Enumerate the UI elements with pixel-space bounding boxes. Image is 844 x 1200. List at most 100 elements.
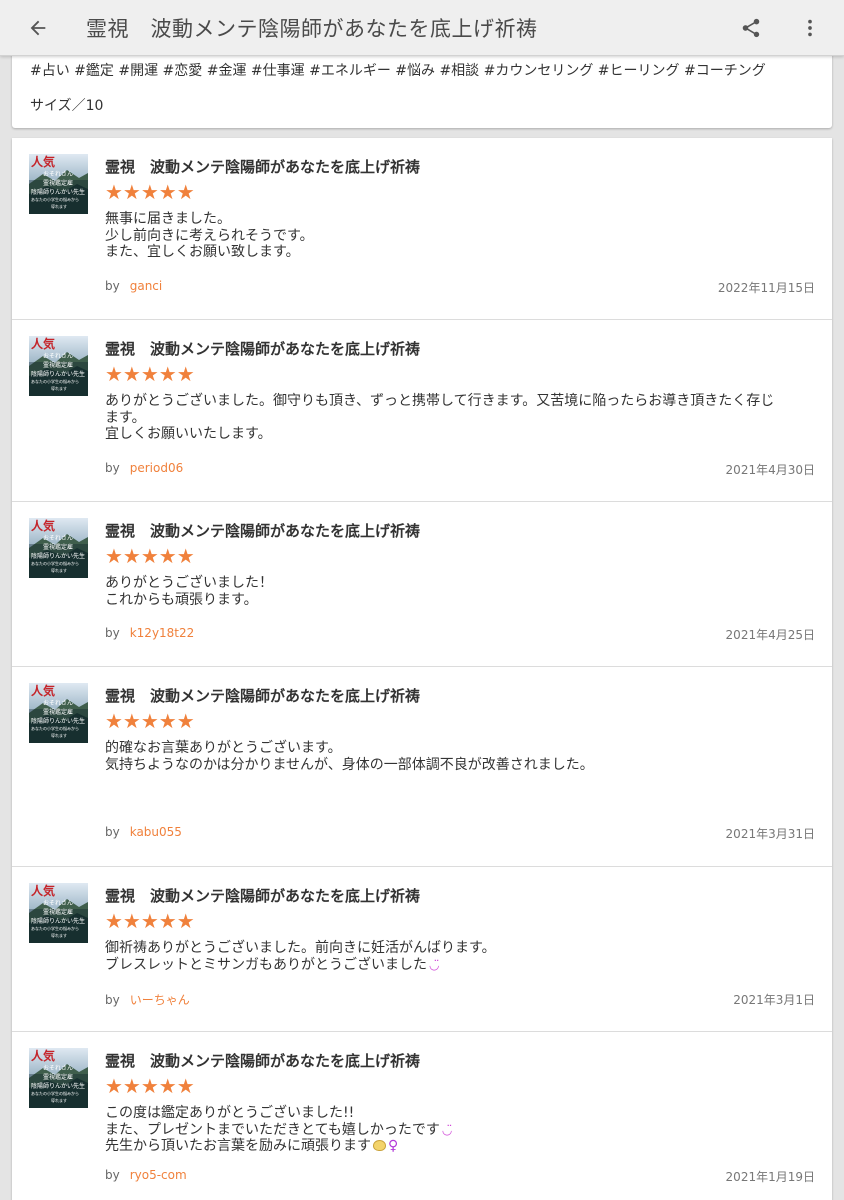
star-icons: ★★★★★	[105, 1074, 195, 1098]
review-item: 人気 おそれさん 霊視鑑定雇 陰陽師りんかい先生 あなたの小学生の悩みから 導れ…	[12, 138, 832, 320]
review-line: この度は鑑定ありがとうございました!!	[105, 1105, 355, 1121]
thumbnail-line: おそれさん	[43, 700, 74, 707]
reviewer-link[interactable]: kabu055	[130, 825, 182, 839]
thumbnail-badge: 人気	[31, 884, 56, 898]
review-line: 御祈祷ありがとうございました。前向きに妊活がんばります。	[105, 940, 496, 956]
star-rating: ★★★★★	[105, 711, 195, 731]
tag-card: #占い #鑑定 #開運 #恋愛 #金運 #仕事運 #エネルギー #悩み #相談 …	[12, 50, 832, 128]
tag-list: #占い #鑑定 #開運 #恋愛 #金運 #仕事運 #エネルギー #悩み #相談 …	[30, 63, 766, 79]
thumbnail-line: あなたの小学生の悩みから	[31, 379, 79, 384]
thumbnail-line: 導れます	[51, 1098, 67, 1103]
by-label: by	[105, 1168, 120, 1182]
review-list: 人気 おそれさん 霊視鑑定雇 陰陽師りんかい先生 あなたの小学生の悩みから 導れ…	[12, 138, 832, 1200]
thumbnail-line: 導れます	[51, 733, 67, 738]
reviewer-row: by k12y18t22	[105, 626, 194, 640]
thumbnail-line: 霊視鑑定雇	[43, 909, 74, 916]
review-line: 無事に届きました。	[105, 211, 231, 227]
reviewer-link[interactable]: ganci	[130, 279, 163, 293]
product-thumbnail[interactable]: 人気 おそれさん 霊視鑑定雇 陰陽師りんかい先生 あなたの小学生の悩みから 導れ…	[29, 154, 88, 214]
product-thumbnail[interactable]: 人気 おそれさん 霊視鑑定雇 陰陽師りんかい先生 あなたの小学生の悩みから 導れ…	[29, 518, 88, 578]
review-line: ありがとうございました！	[105, 575, 273, 591]
by-label: by	[105, 461, 120, 475]
thumbnail-line: 陰陽師りんかい先生	[31, 553, 86, 560]
star-rating: ★★★★★	[105, 1076, 195, 1096]
reviewer-row: by ganci	[105, 279, 162, 293]
thumbnail-line: 霊視鑑定雇	[43, 544, 74, 551]
thumbnail-line: 霊視鑑定雇	[43, 709, 74, 716]
by-label: by	[105, 825, 120, 839]
thumbnail-line: 導れます	[51, 386, 67, 391]
by-label: by	[105, 626, 120, 640]
review-line: ブレスレットとミサンガもありがとうございました	[105, 956, 427, 973]
thumbnail-badge: 人気	[31, 337, 56, 351]
star-icons: ★★★★★	[105, 362, 195, 386]
star-icons: ★★★★★	[105, 909, 195, 933]
thumbnail-line: あなたの小学生の悩みから	[31, 1091, 79, 1096]
app-bar: 霊視 波動メンテ陰陽師があなたを底上げ祈祷	[0, 0, 844, 56]
product-thumbnail[interactable]: 人気 おそれさん 霊視鑑定雇 陰陽師りんかい先生 あなたの小学生の悩みから 導れ…	[29, 883, 88, 943]
review-line: また、宜しくお願い致します。	[105, 244, 300, 260]
thumbnail-line: おそれさん	[43, 1065, 74, 1072]
review-date: 2021年4月25日	[725, 628, 815, 642]
product-thumbnail[interactable]: 人気 おそれさん 霊視鑑定雇 陰陽師りんかい先生 あなたの小学生の悩みから 導れ…	[29, 1048, 88, 1108]
reviewer-link[interactable]: k12y18t22	[130, 626, 195, 640]
review-line: これからも頑張ります。	[105, 591, 258, 608]
thumbnail-line: 霊視鑑定雇	[43, 180, 74, 187]
thumbnail-line: あなたの小学生の悩みから	[31, 197, 79, 202]
review-line: 少し前向きに考えられそうです。	[105, 227, 314, 244]
review-date: 2021年4月30日	[725, 463, 815, 477]
review-item: 人気 おそれさん 霊視鑑定雇 陰陽師りんかい先生 あなたの小学生の悩みから 導れ…	[12, 502, 832, 667]
star-rating: ★★★★★	[105, 546, 195, 566]
review-item: 人気 おそれさん 霊視鑑定雇 陰陽師りんかい先生 あなたの小学生の悩みから 導れ…	[12, 867, 832, 1032]
review-date: 2021年3月31日	[725, 827, 815, 841]
reviewer-link[interactable]: period06	[130, 461, 184, 475]
review-item: 人気 おそれさん 霊視鑑定雇 陰陽師りんかい先生 あなたの小学生の悩みから 導れ…	[12, 1032, 832, 1200]
review-line: 先生から頂いたお言葉を励みに頑張ります	[105, 1138, 371, 1154]
review-product-title[interactable]: 霊視 波動メンテ陰陽師があなたを底上げ祈祷	[105, 156, 420, 177]
review-date: 2022年11月15日	[717, 281, 815, 295]
reviewer-row: by period06	[105, 461, 183, 475]
thumbnail-line: おそれさん	[43, 171, 74, 178]
review-line: ありがとうございました。御守りも頂き、ずっと携帯して行きます。又苦境に陥ったらお…	[105, 393, 775, 409]
product-thumbnail[interactable]: 人気 おそれさん 霊視鑑定雇 陰陽師りんかい先生 あなたの小学生の悩みから 導れ…	[29, 336, 88, 396]
review-product-title[interactable]: 霊視 波動メンテ陰陽師があなたを底上げ祈祷	[105, 885, 420, 906]
more-options-button[interactable]	[776, 0, 844, 56]
share-button[interactable]	[726, 0, 776, 56]
reviewer-link[interactable]: ryo5-com	[130, 1168, 187, 1182]
review-line-with-emoji: ブレスレットとミサンガもありがとうございました ◡̈	[105, 957, 817, 974]
thumbnail-line: 霊視鑑定雇	[43, 362, 74, 369]
star-rating: ★★★★★	[105, 364, 195, 384]
by-label: by	[105, 993, 120, 1007]
thumbnail-line: あなたの小学生の悩みから	[31, 561, 79, 566]
reviewer-link[interactable]: いーちゃん	[130, 993, 190, 1007]
thumbnail-line: 陰陽師りんかい先生	[31, 918, 86, 925]
review-item: 人気 おそれさん 霊視鑑定雇 陰陽師りんかい先生 あなたの小学生の悩みから 導れ…	[12, 667, 832, 867]
review-date: 2021年1月19日	[725, 1170, 815, 1184]
thumbnail-line: 陰陽師りんかい先生	[31, 189, 86, 196]
female-sign-emoji: ♀	[388, 1138, 399, 1154]
thumbnail-line: おそれさん	[43, 900, 74, 907]
thumbnail-line: あなたの小学生の悩みから	[31, 926, 79, 931]
thumbnail-line: 導れます	[51, 568, 67, 573]
review-product-title[interactable]: 霊視 波動メンテ陰陽師があなたを底上げ祈祷	[105, 1050, 420, 1071]
review-product-title[interactable]: 霊視 波動メンテ陰陽師があなたを底上げ祈祷	[105, 338, 420, 359]
arrow-left-icon	[30, 20, 46, 35]
review-text: この度は鑑定ありがとうございました!! また、プレゼントまでいただきとても嬉しか…	[105, 1105, 817, 1155]
review-line-with-emoji: また、プレゼントまでいただきとても嬉しかったです ◡̈	[105, 1122, 817, 1139]
review-text: 無事に届きました。 少し前向きに考えられそうです。 また、宜しくお願い致します。	[105, 211, 817, 261]
thumbnail-line: おそれさん	[43, 353, 74, 360]
star-icons: ★★★★★	[105, 709, 195, 733]
thumbnail-line: 霊視鑑定雇	[43, 1074, 74, 1081]
review-text: 的確なお言葉ありがとうございます。 気持ちようなのかは分かりませんが、身体の一部…	[105, 740, 817, 773]
back-button[interactable]	[0, 0, 76, 56]
by-label: by	[105, 279, 120, 293]
review-product-title[interactable]: 霊視 波動メンテ陰陽師があなたを底上げ祈祷	[105, 520, 420, 541]
thumbnail-line: 陰陽師りんかい先生	[31, 718, 86, 725]
page-title: 霊視 波動メンテ陰陽師があなたを底上げ祈祷	[86, 16, 538, 41]
size-label: サイズ／10	[30, 98, 104, 114]
star-rating: ★★★★★	[105, 182, 195, 202]
product-thumbnail[interactable]: 人気 おそれさん 霊視鑑定雇 陰陽師りんかい先生 あなたの小学生の悩みから 導れ…	[29, 683, 88, 743]
thumbnail-line: あなたの小学生の悩みから	[31, 726, 79, 731]
review-line: ます。	[105, 409, 146, 426]
review-product-title[interactable]: 霊視 波動メンテ陰陽師があなたを底上げ祈祷	[105, 685, 420, 706]
